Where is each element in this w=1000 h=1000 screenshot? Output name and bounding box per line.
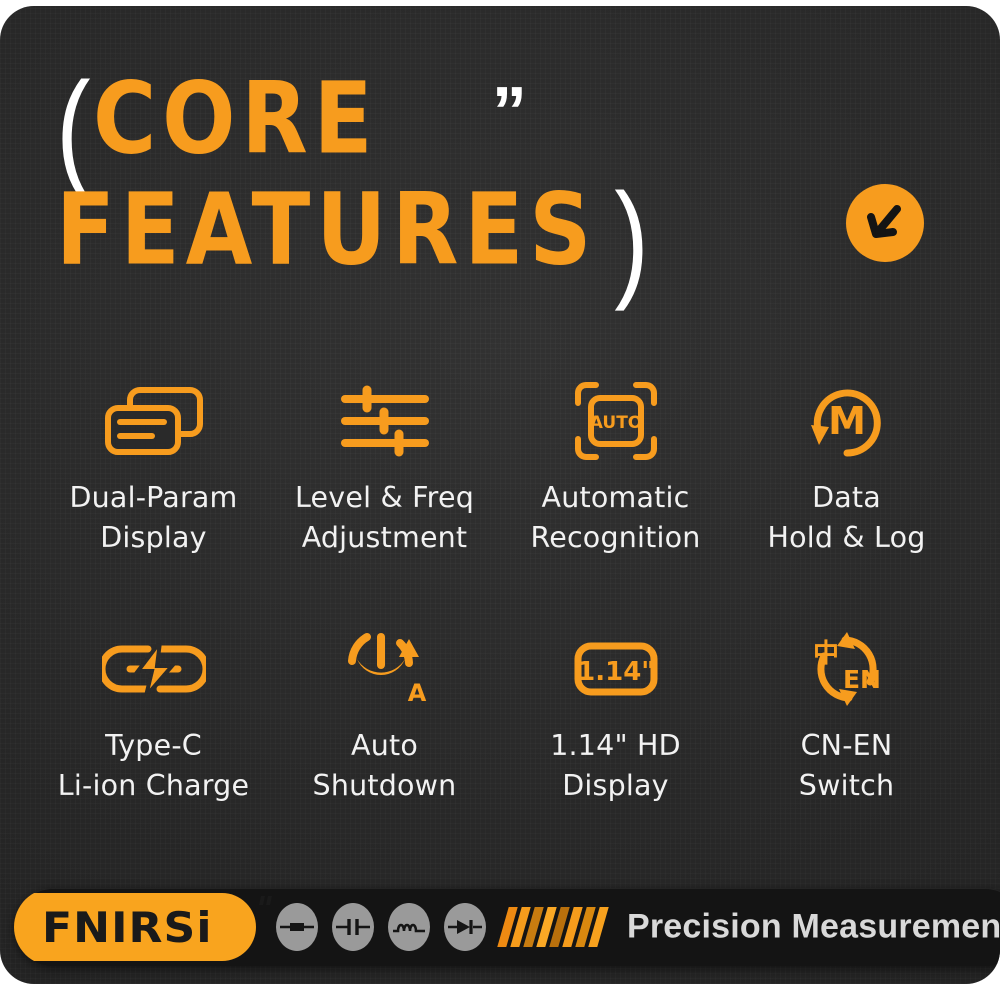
language-icon-text-en: EN [842,665,880,694]
brand-logo-dots [259,896,272,905]
component-icon-strip [276,903,486,951]
auto-scan-icon: AUTO [574,382,657,460]
feature-label: Dual-Param Display [38,478,269,558]
feature-label-line2: Switch [798,768,895,802]
auto-power-icon-text: A [407,679,426,707]
feature-label: CN-EN Switch [731,726,962,806]
resistor-icon [276,903,318,951]
language-switch-icon: 中 EN [812,631,881,706]
feature-label-line1: 1.14" HD [550,728,681,762]
feature-card: ( CORE ” FEATURES ) Dual-Param Display L… [0,6,1000,984]
language-icon-text-cn: 中 [812,639,838,669]
brand-logo: FNIRSi [14,893,272,961]
feature-label-line2: Adjustment [301,520,468,554]
dual-card-display-icon [104,387,203,455]
feature-label: Auto Shutdown [269,726,500,806]
title-word-features: FEATURES [56,171,598,288]
feature-item: 1.14" 1.14" HD Display [500,626,731,806]
paren-open: ( [56,56,93,202]
feature-label-line2: Display [562,768,669,802]
icon-slot: M [731,378,962,464]
auto-scan-icon-text: AUTO [589,413,642,433]
icon-slot: AUTO [500,378,731,464]
capacitor-icon [332,903,374,951]
feature-label: Level & Freq Adjustment [269,478,500,558]
feature-label-line1: CN-EN [800,728,893,762]
feature-label-line1: Level & Freq [294,481,474,514]
poster-canvas: ( CORE ” FEATURES ) Dual-Param Display L… [0,0,1000,1000]
footer-bar: FNIRSi Precision Measurement [14,888,1000,966]
screen-size-icon-text: 1.14" [577,657,655,687]
icon-slot [269,378,500,464]
feature-label: Automatic Recognition [500,478,731,558]
page-title: ( CORE ” FEATURES ) [48,56,828,306]
feature-label-line2: Hold & Log [767,520,926,554]
feature-label-line2: Shutdown [312,768,457,802]
feature-item: Dual-Param Display [38,378,269,558]
quote-mark: ” [491,72,527,150]
down-left-arrow-icon [867,205,901,238]
feature-item: M Data Hold & Log [731,378,962,558]
feature-label-line1: Automatic [541,481,690,514]
icon-slot: A [269,626,500,712]
icon-slot: 1.14" [500,626,731,712]
feature-item: 中 EN CN-EN Switch [731,626,962,806]
feature-label-line1: Data [812,481,881,514]
feature-label: 1.14" HD Display [500,726,731,806]
stripe-decoration [497,907,609,947]
paren-close: ) [614,167,651,313]
feature-label: Data Hold & Log [731,478,962,558]
feature-label: Type-C Li-ion Charge [38,726,269,806]
auto-power-off-icon: A [347,632,426,707]
screen-size-icon: 1.14" [574,642,657,696]
feature-label-line2: Li-ion Charge [57,768,250,802]
feature-label-line2: Display [100,520,207,554]
icon-slot [38,626,269,712]
memory-refresh-icon: M [810,389,881,457]
memory-icon-text: M [828,399,866,443]
brand-logo-text: FNIRSi [41,902,213,952]
diode-icon [444,903,486,951]
feature-item: AUTO Automatic Recognition [500,378,731,558]
icon-slot: 中 EN [731,626,962,712]
title-word-core: CORE [92,60,379,176]
icon-slot [38,378,269,464]
sliders-icon [340,385,429,457]
feature-label-line1: Auto [351,728,418,762]
usb-c-charge-icon [101,639,206,698]
feature-item: A Auto Shutdown [269,626,500,806]
feature-label-line1: Type-C [105,728,202,762]
feature-item: Type-C Li-ion Charge [38,626,269,806]
footer-tagline: Precision Measurement [627,907,1000,946]
feature-label-line2: Recognition [530,520,701,554]
feature-grid: Dual-Param Display Level & Freq Adjustme… [38,378,962,806]
refresh-arrow-head [810,425,829,445]
feature-label-line1: Dual-Param [69,481,238,514]
inductor-icon [388,903,430,951]
down-left-arrow-badge [846,184,924,262]
feature-item: Level & Freq Adjustment [269,378,500,558]
